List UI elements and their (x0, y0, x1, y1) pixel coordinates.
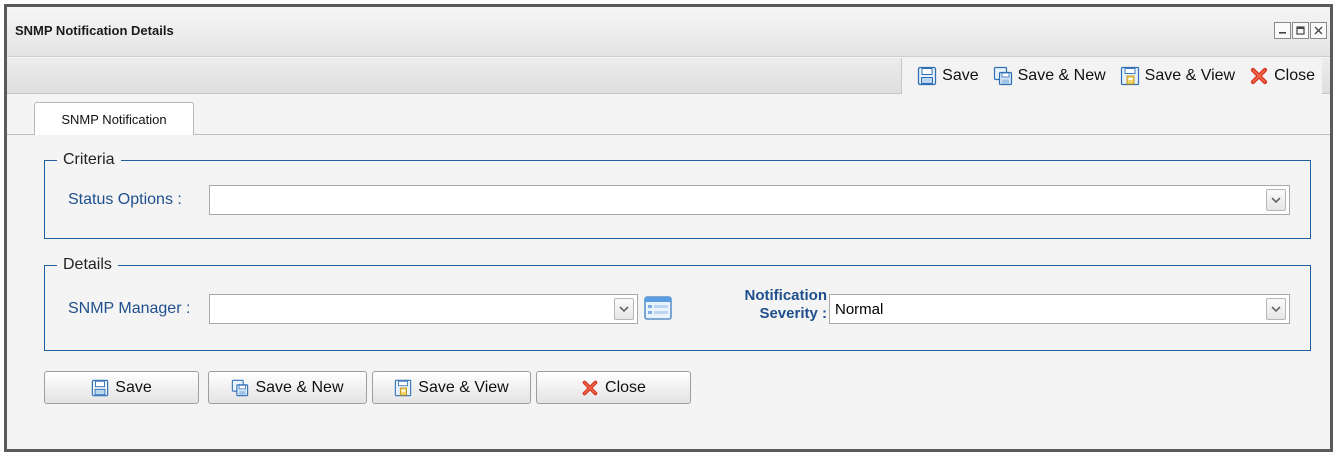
status-options-dropdown-button[interactable] (1266, 189, 1286, 211)
close-button[interactable]: Close (536, 371, 691, 404)
snmp-manager-select[interactable] (209, 294, 638, 324)
tab-label: SNMP Notification (61, 112, 167, 127)
save-new-button[interactable]: Save & New (208, 371, 367, 404)
maximize-icon (1296, 26, 1305, 35)
save-view-button-label: Save & View (418, 378, 509, 396)
snmp-manager-dropdown-button[interactable] (614, 298, 634, 320)
notification-severity-value: Normal (835, 301, 884, 318)
save-view-icon (1120, 66, 1139, 86)
window-title: SNMP Notification Details (15, 23, 174, 38)
maximize-button[interactable] (1292, 22, 1309, 39)
save-icon (92, 379, 109, 396)
details-legend: Details (63, 256, 112, 273)
details-list-icon (644, 296, 672, 320)
toolbar-save-button[interactable]: Save (910, 61, 985, 91)
tab-strip: SNMP Notification (7, 95, 1330, 136)
save-icon (918, 66, 937, 86)
save-new-button-label: Save & New (255, 378, 344, 396)
close-x-icon (1250, 67, 1268, 85)
close-x-icon (582, 380, 598, 395)
toolbar-close-label: Close (1274, 67, 1315, 84)
tab-snmp-notification[interactable]: SNMP Notification (34, 102, 194, 136)
window-controls (1274, 22, 1327, 39)
chevron-down-icon (1271, 196, 1281, 203)
close-icon (1314, 26, 1323, 35)
toolbar-save-view-label: Save & View (1144, 67, 1236, 84)
chevron-down-icon (1271, 305, 1281, 312)
save-view-button[interactable]: Save & View (372, 371, 531, 404)
save-button-label: Save (115, 378, 152, 396)
notification-severity-select[interactable]: Normal (829, 294, 1290, 324)
snmp-notification-window: SNMP Notification Details Save Save & Ne… (4, 4, 1333, 452)
status-options-label: Status Options : (68, 191, 182, 208)
title-bar: SNMP Notification Details (7, 7, 1330, 57)
close-window-button[interactable] (1310, 22, 1327, 39)
save-button[interactable]: Save (44, 371, 199, 404)
toolbar-save-label: Save (942, 67, 979, 84)
severity-label-line2: Severity : (759, 305, 827, 322)
chevron-down-icon (619, 305, 629, 312)
close-button-label: Close (605, 378, 646, 396)
toolbar-save-new-label: Save & New (1017, 67, 1106, 84)
status-options-select[interactable] (209, 185, 1290, 215)
toolbar-save-new-button[interactable]: Save & New (986, 61, 1113, 91)
toolbar-actions: Save Save & New Save & View Close (901, 58, 1322, 94)
save-new-icon (993, 66, 1012, 86)
toolbar: Save Save & New Save & View Close (7, 58, 1330, 94)
save-new-icon (232, 379, 249, 396)
minimize-icon (1279, 32, 1286, 34)
notification-severity-label: Notification Severity : (699, 287, 828, 323)
toolbar-close-button[interactable]: Close (1242, 61, 1322, 91)
toolbar-save-view-button[interactable]: Save & View (1113, 61, 1242, 91)
snmp-manager-label: SNMP Manager : (68, 300, 191, 317)
notification-severity-dropdown-button[interactable] (1266, 298, 1286, 320)
snmp-manager-details-button[interactable] (644, 296, 672, 320)
minimize-button[interactable] (1274, 22, 1291, 39)
criteria-legend: Criteria (63, 151, 115, 168)
severity-label-line1: Notification (744, 287, 828, 304)
save-view-icon (395, 379, 412, 396)
